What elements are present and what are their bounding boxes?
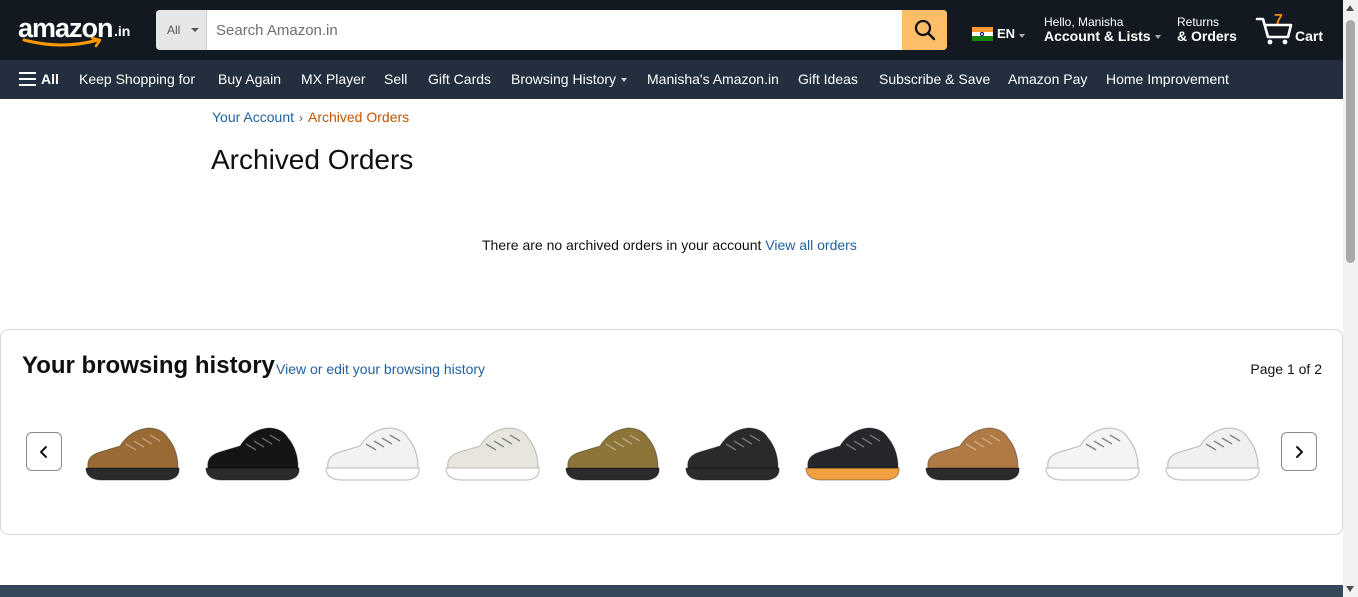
browsing-history-title: Your browsing history [22, 352, 275, 379]
shoe-image [445, 427, 540, 481]
nav-item-gift-cards[interactable]: Gift Cards [428, 71, 491, 87]
nav-item-mx-player[interactable]: MX Player [301, 71, 366, 87]
page-indicator: Page 1 of 2 [1250, 361, 1322, 377]
empty-orders-message: There are no archived orders in your acc… [482, 237, 857, 253]
vertical-scrollbar[interactable] [1343, 0, 1358, 597]
shoe-image [805, 427, 900, 481]
search-icon [914, 19, 935, 41]
product-black-camo-trail-shoe[interactable] [681, 412, 783, 494]
breadcrumb-separator: › [299, 111, 303, 125]
smile-arrow-icon [22, 37, 102, 48]
search-category-dropdown[interactable]: All [156, 10, 207, 50]
product-carousel [81, 412, 1271, 494]
shoe-image [325, 427, 420, 481]
product-white-chunky-sneaker[interactable] [1041, 412, 1143, 494]
hamburger-menu-icon [19, 72, 36, 86]
scroll-down-icon[interactable] [1346, 586, 1354, 592]
search-button[interactable] [902, 10, 947, 50]
search-bar: All [156, 10, 947, 50]
search-input[interactable] [207, 10, 902, 50]
nav-item-buy-again[interactable]: Buy Again [218, 71, 281, 87]
amazon-logo[interactable]: amazon .in [18, 11, 136, 51]
product-tan-loafer[interactable] [921, 412, 1023, 494]
nav-item-sell[interactable]: Sell [384, 71, 407, 87]
returns-orders-link[interactable]: Returns & Orders [1177, 15, 1237, 44]
view-all-orders-link[interactable]: View all orders [765, 237, 857, 253]
product-white-sneaker[interactable] [321, 412, 423, 494]
nav-item-keep-shopping[interactable]: Keep Shopping for [79, 71, 195, 87]
product-black-formal-shoe[interactable] [201, 412, 303, 494]
nav-item-gift-ideas[interactable]: Gift Ideas [798, 71, 858, 87]
chevron-down-icon [621, 78, 628, 83]
shoe-image [205, 427, 300, 481]
scrollbar-thumb[interactable] [1346, 20, 1355, 263]
breadcrumb-current: Archived Orders [308, 109, 410, 125]
cart-icon [1255, 17, 1293, 45]
product-white-running-shoe[interactable] [441, 412, 543, 494]
chevron-left-icon [40, 445, 47, 458]
shoe-image [1045, 427, 1140, 481]
breadcrumb-your-account[interactable]: Your Account [212, 109, 294, 125]
footer-back-to-top[interactable] [0, 585, 1343, 597]
nav-item-browsing-history[interactable]: Browsing History [511, 71, 628, 87]
carousel-next-button[interactable] [1281, 432, 1317, 471]
browsing-history-panel: Your browsing history View or edit your … [0, 329, 1343, 535]
india-flag-icon [972, 27, 993, 41]
account-lists-menu[interactable]: Hello, Manisha Account & Lists [1044, 15, 1161, 44]
nav-item-my-amazon[interactable]: Manisha's Amazon.in [647, 71, 779, 87]
product-brown-leather-sneaker[interactable] [81, 412, 183, 494]
shoe-image [1165, 427, 1260, 481]
chevron-right-icon [1296, 445, 1303, 458]
shoe-image [685, 427, 780, 481]
nav-item-home-improvement[interactable]: Home Improvement [1106, 71, 1229, 87]
chevron-down-icon [1019, 34, 1025, 38]
shoe-image [85, 427, 180, 481]
product-black-orange-running-shoe[interactable] [801, 412, 903, 494]
nav-item-subscribe-save[interactable]: Subscribe & Save [879, 71, 990, 87]
secondary-nav: All Keep Shopping for Buy Again MX Playe… [0, 60, 1343, 99]
all-menu-button[interactable]: All [19, 71, 59, 87]
top-nav: amazon .in All EN Hello, Manisha [0, 0, 1343, 60]
chevron-down-icon [191, 28, 199, 32]
product-olive-suede-shoe[interactable] [561, 412, 663, 494]
nav-item-amazon-pay[interactable]: Amazon Pay [1008, 71, 1087, 87]
edit-browsing-history-link[interactable]: View or edit your browsing history [276, 361, 485, 377]
breadcrumb: Your Account › Archived Orders [212, 109, 409, 125]
scroll-up-icon[interactable] [1346, 5, 1354, 11]
cart-button[interactable]: 7 Cart [1255, 12, 1327, 48]
shoe-image [925, 427, 1020, 481]
carousel-prev-button[interactable] [26, 432, 62, 471]
chevron-down-icon [1154, 35, 1161, 40]
page-title: Archived Orders [211, 144, 414, 175]
shoe-image [565, 427, 660, 481]
product-white-sports-shoe[interactable] [1161, 412, 1263, 494]
